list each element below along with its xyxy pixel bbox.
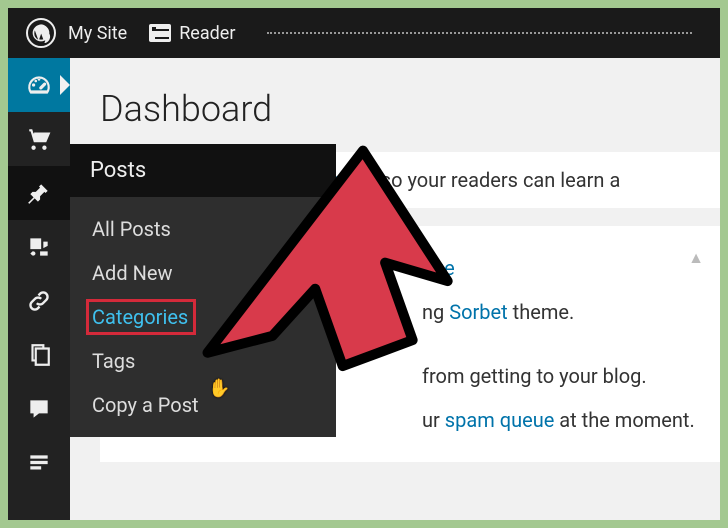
cart-icon	[26, 126, 52, 152]
sidebar-item-pages[interactable]	[8, 328, 70, 382]
flyout-header[interactable]: Posts	[70, 144, 336, 197]
page-title: Dashboard	[100, 88, 720, 130]
admin-topbar: My Site Reader	[8, 8, 720, 58]
sidebar-item-dashboard[interactable]	[8, 58, 70, 112]
sidebar-item-posts[interactable]	[8, 166, 70, 220]
panel-text-2a: ng	[422, 300, 449, 324]
pages-icon	[26, 342, 52, 368]
gauge-icon	[26, 72, 52, 98]
sidebar-item-feedback[interactable]	[8, 436, 70, 490]
topbar-divider	[267, 32, 692, 34]
link-icon	[26, 288, 52, 314]
posts-flyout-menu: Posts All Posts Add New Categories Tags …	[70, 144, 336, 437]
panel-link-4[interactable]: spam queue	[445, 408, 555, 432]
reader-icon	[149, 24, 171, 42]
flyout-items: All Posts Add New Categories Tags Copy a…	[70, 197, 336, 437]
app-frame: My Site Reader	[8, 8, 720, 520]
hand-cursor-icon: ✋	[208, 378, 230, 399]
flyout-item-add-new[interactable]: Add New	[70, 251, 336, 295]
wordpress-logo-icon[interactable]	[26, 18, 56, 48]
panel-link-1[interactable]: age	[422, 256, 455, 280]
pin-icon	[26, 180, 52, 206]
sidebar-item-comments[interactable]	[8, 382, 70, 436]
main-layout: Dashboard Tip: Update your about page so…	[8, 58, 720, 520]
flyout-item-tags[interactable]: Tags	[70, 339, 336, 383]
comment-icon	[26, 396, 52, 422]
media-icon	[26, 234, 52, 260]
sidebar-item-store[interactable]	[8, 112, 70, 166]
reader-link[interactable]: Reader	[179, 23, 235, 44]
panel-text-3: from getting to your blog.	[422, 364, 647, 388]
panel-text-4a: ur	[422, 408, 445, 432]
panel-text-2b: theme.	[508, 300, 575, 324]
tip-suffix: so your readers can learn a	[376, 168, 621, 192]
sidebar-item-media[interactable]	[8, 220, 70, 274]
panel-text-4b: at the moment.	[554, 408, 694, 432]
flyout-item-categories[interactable]: Categories	[70, 295, 336, 339]
sidebar-item-links[interactable]	[8, 274, 70, 328]
panel-link-2[interactable]: Sorbet	[449, 300, 507, 324]
form-icon	[26, 450, 52, 476]
flyout-item-all-posts[interactable]: All Posts	[70, 207, 336, 251]
admin-sidebar	[8, 58, 70, 520]
flyout-item-copy-post[interactable]: Copy a Post	[70, 383, 336, 427]
collapse-icon[interactable]: ▲	[688, 240, 704, 275]
my-site-link[interactable]: My Site	[68, 23, 127, 44]
